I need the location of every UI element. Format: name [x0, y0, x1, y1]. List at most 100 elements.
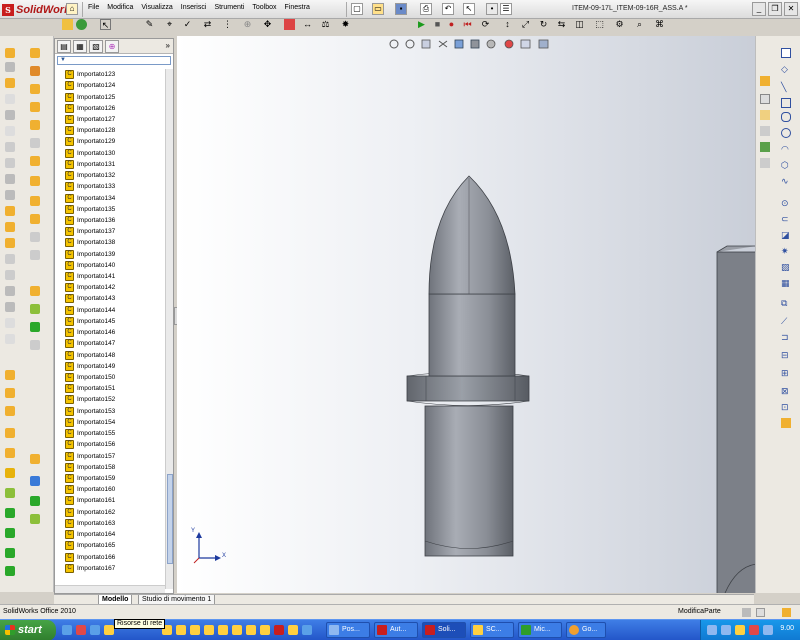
polygon-icon[interactable]: ⬡: [781, 160, 791, 170]
chamfer-icon[interactable]: [5, 142, 15, 152]
feature-manager-tab-icon[interactable]: ▤: [57, 40, 71, 53]
collision-icon[interactable]: ⇆: [556, 19, 567, 30]
surface-icon[interactable]: [5, 318, 15, 328]
sketch-polygon-icon[interactable]: [30, 138, 40, 148]
tray-icon[interactable]: [763, 625, 773, 635]
smart-dimension-icon[interactable]: ◇: [781, 64, 791, 74]
mirror-entities-icon[interactable]: ⊟: [781, 350, 791, 360]
move-entities-icon[interactable]: ⊠: [781, 386, 791, 396]
tray-icon[interactable]: [721, 625, 731, 635]
list-item[interactable]: C Importato124: [65, 80, 165, 91]
loft-icon[interactable]: [5, 94, 15, 104]
extrude-icon[interactable]: [5, 48, 15, 58]
centerline-icon[interactable]: ▨: [781, 262, 791, 272]
options-icon[interactable]: ☰: [500, 3, 512, 15]
revolve-icon[interactable]: [5, 62, 15, 72]
helix-icon[interactable]: [5, 448, 15, 458]
dome-icon[interactable]: [5, 254, 15, 264]
tree-horizontal-scrollbar[interactable]: [55, 585, 165, 593]
list-item[interactable]: C Importato161: [65, 495, 165, 506]
pin-part[interactable]: [406, 175, 530, 557]
menu-toolbox[interactable]: Toolbox: [252, 4, 276, 11]
list-item[interactable]: C Importato125: [65, 91, 165, 102]
quick-launch-icon[interactable]: [302, 625, 312, 635]
list-item[interactable]: C Importato127: [65, 114, 165, 125]
taskbar-button-solidworks[interactable]: Soli...: [422, 622, 466, 638]
quick-launch-icon[interactable]: [90, 625, 100, 635]
dimension-icon[interactable]: [30, 340, 40, 350]
design-library-icon[interactable]: [760, 126, 770, 136]
sweep-icon[interactable]: [5, 78, 15, 88]
file-explorer-icon[interactable]: [760, 110, 770, 120]
list-item[interactable]: C Importato129: [65, 136, 165, 147]
list-item[interactable]: C Importato158: [65, 462, 165, 473]
quick-launch-icon[interactable]: [274, 625, 284, 635]
rebuild-status-icon[interactable]: [742, 608, 751, 617]
plane-icon[interactable]: ◪: [781, 230, 791, 240]
mate-icon[interactable]: ⊕: [242, 19, 253, 30]
box-part[interactable]: [716, 245, 755, 593]
open-folder-icon[interactable]: ▭: [372, 3, 384, 15]
list-item[interactable]: C Importato143: [65, 293, 165, 304]
note-icon[interactable]: [30, 476, 40, 486]
sketch-fillet-icon[interactable]: [30, 196, 40, 206]
sketch-point-icon[interactable]: [30, 156, 40, 166]
menu-finestra[interactable]: Finestra: [285, 4, 310, 11]
text-icon[interactable]: ▦: [781, 278, 791, 288]
units-icon[interactable]: [756, 608, 765, 617]
help-icon[interactable]: [782, 608, 791, 617]
minimize-button[interactable]: _: [752, 2, 766, 16]
close-button[interactable]: ✕: [784, 2, 798, 16]
sketch-circle-icon[interactable]: [30, 84, 40, 94]
expand-panel-icon[interactable]: »: [166, 41, 170, 50]
taskbar-button-sc[interactable]: SC...: [470, 622, 514, 638]
list-item[interactable]: C Importato160: [65, 484, 165, 495]
annotation-icon[interactable]: [30, 454, 40, 464]
offset-icon[interactable]: [30, 250, 40, 260]
taskbar-button-aut[interactable]: Aut...: [374, 622, 418, 638]
arc-icon[interactable]: ◠: [781, 144, 791, 154]
list-item[interactable]: C Importato149: [65, 361, 165, 372]
pin-collar[interactable]: [406, 375, 530, 402]
quick-launch-icon[interactable]: [246, 625, 256, 635]
convert-entities-icon[interactable]: ⟋: [781, 316, 791, 326]
property-manager-tab-icon[interactable]: ▦: [73, 40, 87, 53]
rewind-icon[interactable]: ⏮: [462, 19, 473, 30]
wrap-icon[interactable]: [5, 270, 15, 280]
appearances-icon[interactable]: [760, 142, 770, 152]
select-tool-icon[interactable]: ↖: [100, 19, 111, 30]
smart-dimension-icon[interactable]: ⌖: [164, 19, 175, 30]
mass-properties-icon[interactable]: ⚖: [320, 19, 331, 30]
sketch-rectangle-icon[interactable]: [30, 120, 40, 130]
view-palette-icon[interactable]: [760, 76, 770, 86]
linear-sketch-pattern-icon[interactable]: ⊞: [781, 368, 791, 378]
list-item[interactable]: C Importato156: [65, 439, 165, 450]
reference-triad[interactable]: Y X: [191, 528, 231, 567]
section-icon[interactable]: ◫: [574, 19, 585, 30]
list-item[interactable]: C Importato135: [65, 204, 165, 215]
linear-pattern-icon[interactable]: ⋮: [222, 19, 233, 30]
list-item[interactable]: C Importato123: [65, 69, 165, 80]
trim-entities-icon[interactable]: ⧉: [781, 298, 791, 308]
link-icon[interactable]: ⌘: [654, 19, 665, 30]
quick-launch-icon[interactable]: [76, 625, 86, 635]
undo-icon[interactable]: ↶: [442, 3, 454, 15]
list-item[interactable]: C Importato167: [65, 563, 165, 574]
taskbar-button-go[interactable]: Go...: [566, 622, 606, 638]
tray-icon[interactable]: [707, 625, 717, 635]
list-item[interactable]: C Importato128: [65, 125, 165, 136]
list-item[interactable]: C Importato148: [65, 349, 165, 360]
end-cap-icon[interactable]: [5, 548, 15, 558]
taskbar-button-pos[interactable]: Pos...: [326, 622, 370, 638]
list-item[interactable]: C Importato126: [65, 103, 165, 114]
weld-bead-icon[interactable]: [5, 566, 15, 576]
list-item[interactable]: C Importato131: [65, 159, 165, 170]
sketch-spline-icon[interactable]: [30, 102, 40, 112]
quick-launch-icon[interactable]: [204, 625, 214, 635]
list-item[interactable]: C Importato166: [65, 551, 165, 562]
start-button[interactable]: start: [0, 620, 56, 640]
trim-icon[interactable]: [30, 214, 40, 224]
home-icon[interactable]: ⌂: [66, 3, 78, 15]
coordinate-system-icon[interactable]: [5, 406, 15, 416]
sketch-tools-icon[interactable]: [781, 48, 791, 58]
